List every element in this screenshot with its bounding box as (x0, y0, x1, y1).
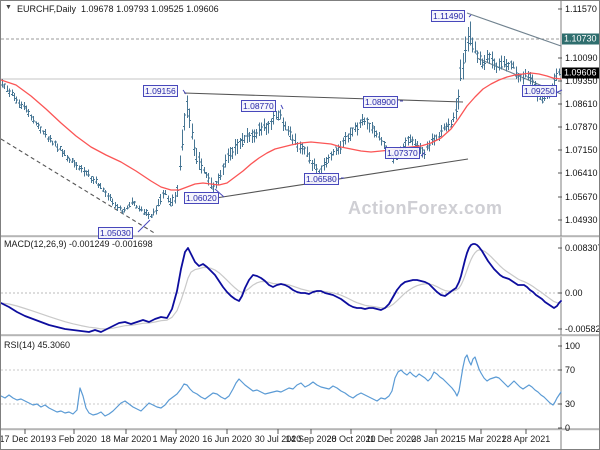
date-label: 18 Mar 2020 (100, 434, 152, 444)
price-annotation-1.07370: 1.07370 (385, 147, 420, 159)
macd-signal-line (1, 249, 562, 330)
macd-tick-0.00: 0.00 (565, 288, 583, 298)
date-label: 17 Dec 2019 (0, 434, 51, 444)
macd-header: MACD(12,26,9) -0.001249 -0.001698 (4, 239, 153, 249)
rsi-tick-70: 70 (565, 365, 576, 375)
price-annotation-1.09250: 1.09250 (522, 85, 557, 97)
ohlc-values: 1.09678 1.09793 1.09525 1.09606 (81, 4, 219, 14)
price-annotation-1.05030: 1.05030 (98, 227, 133, 239)
date-label: 16 Jun 2020 (202, 434, 252, 444)
symbol-timeframe-label: EURCHF,Daily (17, 4, 77, 14)
date-label: 15 Mar 2021 (455, 434, 507, 444)
annotation-connector (280, 104, 284, 110)
date-label: 28 Apr 2021 (501, 434, 551, 444)
date-label: 11 Dec 2020 (365, 434, 417, 444)
date-label: 28 Jan 2021 (411, 434, 461, 444)
price-tick-1.11570: 1.11570 (565, 4, 597, 14)
price-annotation-1.08900: 1.08900 (363, 96, 398, 108)
rsi-tick-100: 100 (565, 341, 581, 351)
price-annotation-1.11490: 1.11490 (431, 10, 466, 22)
chart-window: ActionForex.com ▼ EURCHF,Daily 1.09678 1… (0, 0, 600, 450)
rsi-tick-30: 30 (565, 399, 576, 409)
annotation-connector (468, 14, 472, 18)
rsi-header: RSI(14) 45.3060 (4, 340, 71, 350)
chart-canvas[interactable] (1, 1, 600, 450)
price-tick-1.10090: 1.10090 (565, 53, 598, 63)
macd-tick-0.008307: 0.008307 (565, 243, 600, 253)
annotation-connector (137, 219, 151, 233)
price-annotation-1.09156: 1.09156 (143, 85, 178, 97)
price-tick-1.07150: 1.07150 (565, 145, 598, 155)
price-annotation-1.08770: 1.08770 (241, 100, 276, 112)
price-annotation-1.06580: 1.06580 (304, 173, 339, 185)
price-tick-1.07870: 1.07870 (565, 122, 598, 132)
price-annotation-1.06020: 1.06020 (184, 192, 219, 204)
falling-resistance-line (183, 92, 464, 103)
current-price-box: 1.09606 (562, 67, 599, 79)
chart-title: EURCHF,Daily 1.09678 1.09793 1.09525 1.0… (17, 4, 219, 14)
collapse-chart-icon[interactable]: ▼ (5, 4, 12, 11)
date-label: 1 May 2020 (152, 434, 200, 444)
price-tick-1.05670: 1.05670 (565, 192, 598, 202)
date-label: 3 Feb 2020 (51, 434, 97, 444)
macd-tick--0.005828: -0.005828 (565, 324, 599, 334)
old-downtrend-line (1, 138, 157, 235)
rsi-line (1, 354, 562, 417)
candlestick-series (1, 21, 561, 219)
price-tick-1.08610: 1.08610 (565, 99, 598, 109)
channel-upper-line (466, 12, 562, 47)
key-level-box: 1.10730 (562, 33, 599, 45)
price-tick-1.06410: 1.06410 (565, 168, 598, 178)
rsi-tick-0: 0 (565, 423, 571, 433)
macd-line (1, 243, 562, 333)
price-tick-1.04930: 1.04930 (565, 215, 598, 225)
